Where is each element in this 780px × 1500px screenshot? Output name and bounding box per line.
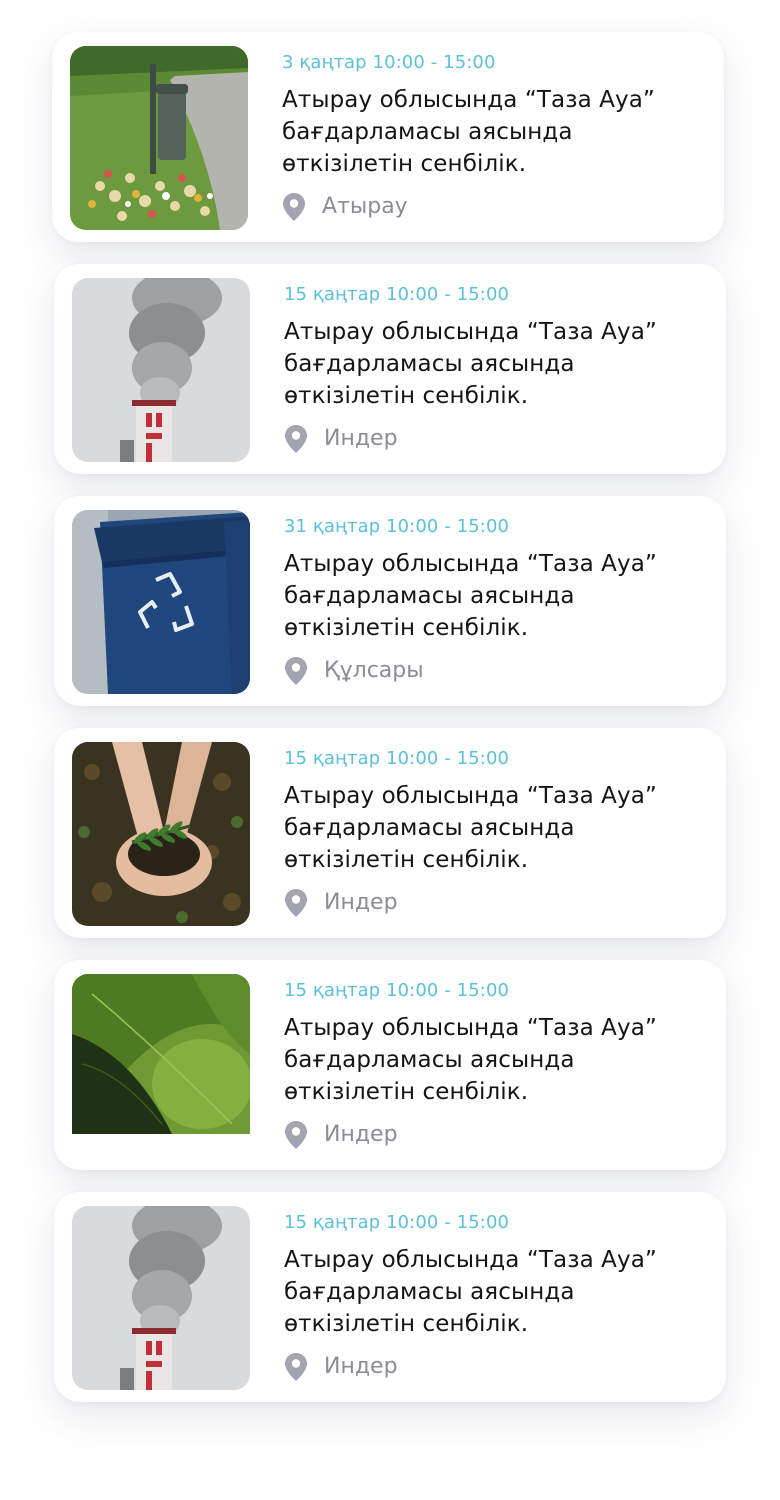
map-pin-icon <box>284 1120 308 1150</box>
map-pin-icon <box>284 424 308 454</box>
event-card[interactable]: 15 қаңтар 10:00 - 15:00 Атырау облысында… <box>54 960 726 1170</box>
event-date: 15 қаңтар 10:00 - 15:00 <box>284 1212 510 1233</box>
event-date: 15 қаңтар 10:00 - 15:00 <box>284 748 510 769</box>
event-image-recycling-bin <box>72 510 250 694</box>
event-title[interactable]: Атырау облысында “Таза Ауа” бағдарламасы… <box>284 780 694 876</box>
event-location-name: Құлсары <box>324 658 424 683</box>
event-info: 15 қаңтар 10:00 - 15:00 Атырау облысында… <box>284 1210 704 1383</box>
chimney-smoke-photo <box>72 278 250 462</box>
event-title[interactable]: Атырау облысында “Таза Ауа” бағдарламасы… <box>284 316 694 412</box>
event-image-chimney <box>72 1206 250 1390</box>
event-info: 31 қаңтар 10:00 - 15:00 Атырау облысында… <box>284 514 704 687</box>
event-list: 3 қаңтар 10:00 - 15:00 Атырау облысында … <box>0 0 780 1500</box>
event-title[interactable]: Атырау облысында “Таза Ауа” бағдарламасы… <box>282 84 692 180</box>
map-pin-icon <box>284 888 308 918</box>
green-leaf-photo <box>72 974 250 1158</box>
event-info: 15 қаңтар 10:00 - 15:00 Атырау облысында… <box>284 746 704 919</box>
event-date: 15 қаңтар 10:00 - 15:00 <box>284 980 510 1001</box>
event-info: 3 қаңтар 10:00 - 15:00 Атырау облысында … <box>282 50 702 223</box>
event-location-name: Индер <box>324 1122 398 1147</box>
map-pin-icon <box>284 1352 308 1382</box>
event-image-park-trash <box>70 46 248 230</box>
recycling-bin-photo <box>72 510 250 694</box>
event-location-name: Индер <box>324 890 398 915</box>
event-info: 15 қаңтар 10:00 - 15:00 Атырау облысында… <box>284 978 704 1151</box>
event-location-name: Индер <box>324 426 398 451</box>
event-date: 31 қаңтар 10:00 - 15:00 <box>284 516 510 537</box>
event-location-name: Индер <box>324 1354 398 1379</box>
event-location: Индер <box>284 423 704 455</box>
event-image-chimney <box>72 278 250 462</box>
event-location: Атырау <box>282 191 702 223</box>
event-info: 15 қаңтар 10:00 - 15:00 Атырау облысында… <box>284 282 704 455</box>
event-location: Құлсары <box>284 655 704 687</box>
event-card[interactable]: 15 қаңтар 10:00 - 15:00 Атырау облысында… <box>54 728 726 938</box>
event-title[interactable]: Атырау облысында “Таза Ауа” бағдарламасы… <box>284 1244 694 1340</box>
map-pin-icon <box>284 656 308 686</box>
event-location: Индер <box>284 1119 704 1151</box>
event-card[interactable]: 15 қаңтар 10:00 - 15:00 Атырау облысында… <box>54 264 726 474</box>
event-card[interactable]: 31 қаңтар 10:00 - 15:00 Атырау облысында… <box>54 496 726 706</box>
event-date: 3 қаңтар 10:00 - 15:00 <box>282 52 496 73</box>
event-location: Индер <box>284 1351 704 1383</box>
park-trash-photo <box>70 46 248 230</box>
event-date: 15 қаңтар 10:00 - 15:00 <box>284 284 510 305</box>
event-card[interactable]: 3 қаңтар 10:00 - 15:00 Атырау облысында … <box>52 32 724 242</box>
event-image-hands-soil <box>72 742 250 926</box>
event-location: Индер <box>284 887 704 919</box>
event-location-name: Атырау <box>322 194 408 219</box>
hands-soil-plant-photo <box>72 742 250 926</box>
event-title[interactable]: Атырау облысында “Таза Ауа” бағдарламасы… <box>284 1012 694 1108</box>
chimney-smoke-photo <box>72 1206 250 1390</box>
event-image-green-leaf <box>72 974 250 1158</box>
event-title[interactable]: Атырау облысында “Таза Ауа” бағдарламасы… <box>284 548 694 644</box>
map-pin-icon <box>282 192 306 222</box>
event-card[interactable]: 15 қаңтар 10:00 - 15:00 Атырау облысында… <box>54 1192 726 1402</box>
